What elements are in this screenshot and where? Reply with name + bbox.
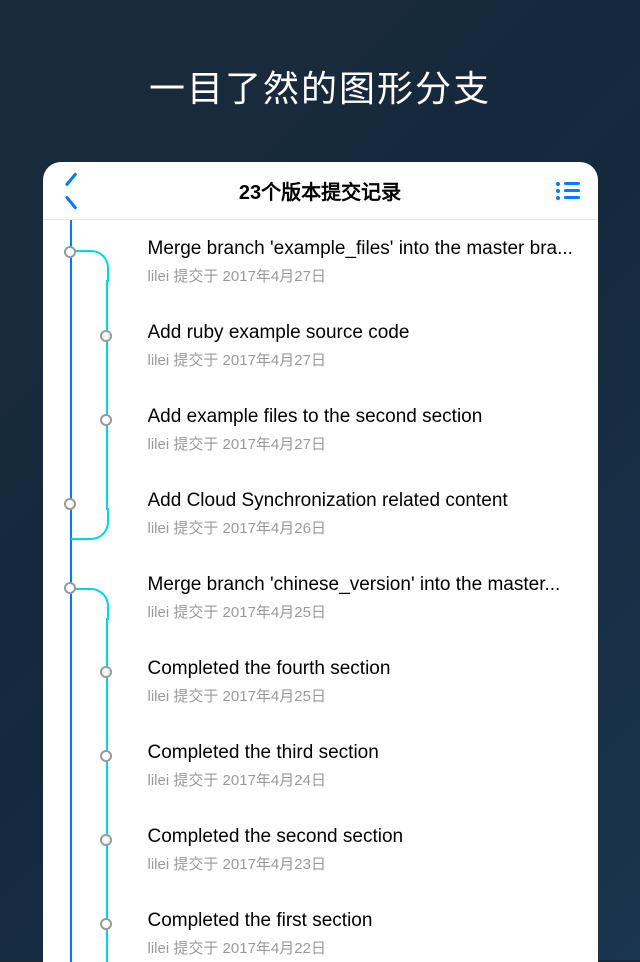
commit-meta: lilei 提交于 2017年4月26日 [148,517,578,538]
tagline: 一目了然的图形分支 [0,0,640,162]
commit-dot-icon [100,834,112,846]
commit-item[interactable]: Completed the third section lilei 提交于 20… [43,724,598,808]
commit-dot-icon [100,750,112,762]
commit-dot-icon [100,414,112,426]
commit-item[interactable]: Add ruby example source code lilei 提交于 2… [43,304,598,388]
phone-frame: 23个版本提交记录 Merge branch 'example_files' i… [43,162,598,962]
commit-item[interactable]: Add example files to the second section … [43,388,598,472]
commit-meta: lilei 提交于 2017年4月27日 [148,349,578,370]
list-icon [556,182,580,200]
commit-list[interactable]: Merge branch 'example_files' into the ma… [43,220,598,962]
commit-item[interactable]: Completed the second section lilei 提交于 2… [43,808,598,892]
chevron-left-icon [66,179,80,203]
commit-title: Completed the first section [148,910,578,932]
commit-item[interactable]: Merge branch 'example_files' into the ma… [43,220,598,304]
commit-dot-icon [64,498,76,510]
commit-dot-icon [64,582,76,594]
commit-meta: lilei 提交于 2017年4月23日 [148,853,578,874]
commit-title: Add Cloud Synchronization related conten… [148,490,578,512]
commit-meta: lilei 提交于 2017年4月24日 [148,769,578,790]
back-button[interactable] [51,169,95,213]
commit-dot-icon [100,330,112,342]
commit-meta: lilei 提交于 2017年4月22日 [148,937,578,958]
nav-bar: 23个版本提交记录 [43,162,598,220]
commit-dot-icon [64,246,76,258]
nav-title: 23个版本提交记录 [239,176,401,205]
commit-title: Merge branch 'example_files' into the ma… [148,238,578,260]
commit-title: Add ruby example source code [148,322,578,344]
commit-title: Completed the second section [148,826,578,848]
commit-title: Add example files to the second section [148,406,578,428]
commit-meta: lilei 提交于 2017年4月25日 [148,601,578,622]
commit-title: Completed the third section [148,742,578,764]
commit-title: Merge branch 'chinese_version' into the … [148,574,578,596]
view-mode-button[interactable] [546,169,590,213]
commit-item[interactable]: Completed the fourth section lilei 提交于 2… [43,640,598,724]
commit-item[interactable]: Merge branch 'chinese_version' into the … [43,556,598,640]
commit-meta: lilei 提交于 2017年4月27日 [148,433,578,454]
commit-meta: lilei 提交于 2017年4月27日 [148,265,578,286]
commit-title: Completed the fourth section [148,658,578,680]
commit-item[interactable]: Completed the first section lilei 提交于 20… [43,892,598,962]
commit-dot-icon [100,666,112,678]
commit-item[interactable]: Add Cloud Synchronization related conten… [43,472,598,556]
commit-dot-icon [100,918,112,930]
commit-meta: lilei 提交于 2017年4月25日 [148,685,578,706]
